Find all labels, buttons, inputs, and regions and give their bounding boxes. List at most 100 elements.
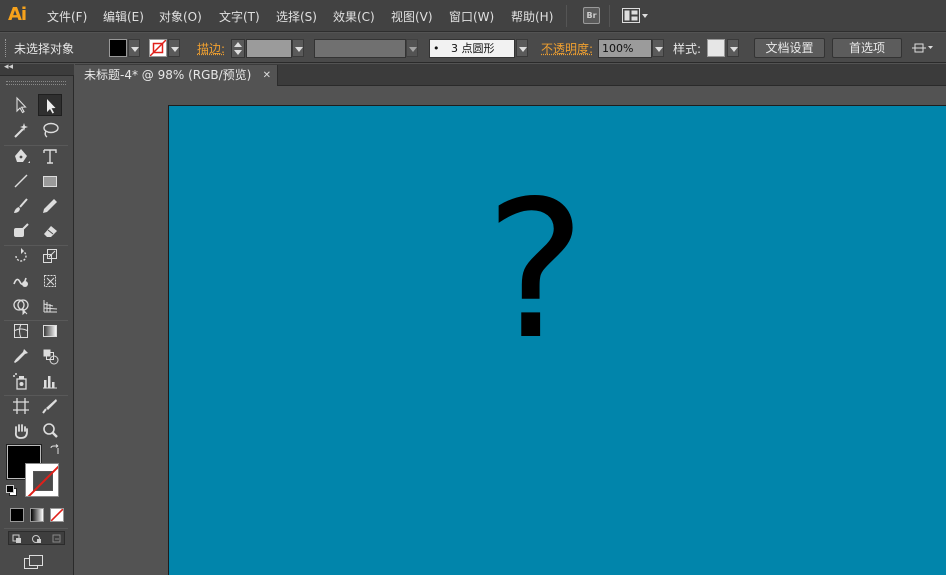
none-mode-button[interactable] — [50, 508, 64, 522]
pen-tool[interactable] — [9, 145, 33, 167]
stroke-weight-input[interactable] — [246, 39, 292, 58]
menu-help[interactable]: 帮助(H) — [511, 8, 553, 25]
rectangle-tool[interactable] — [38, 170, 62, 192]
lasso-icon — [43, 122, 59, 138]
stroke-weight-spinner[interactable] — [231, 39, 245, 58]
opacity-dropdown-arrow[interactable] — [652, 39, 664, 57]
fill-swatch[interactable] — [109, 39, 127, 57]
column-graph-tool[interactable] — [38, 370, 62, 392]
shape-builder-icon — [13, 299, 29, 315]
gradient-tool[interactable] — [38, 320, 62, 342]
question-mark-text-object[interactable]: ? — [485, 176, 586, 366]
collapse-icon[interactable]: ◂◂ — [4, 62, 13, 72]
menu-object[interactable]: 对象(O) — [159, 8, 202, 25]
menu-view[interactable]: 视图(V) — [391, 8, 433, 25]
stroke-weight-label[interactable]: 描边: — [197, 40, 225, 57]
workspace-switcher-button[interactable] — [622, 8, 650, 24]
opacity-label[interactable]: 不透明度: — [541, 40, 593, 57]
scale-icon — [43, 249, 57, 263]
scale-tool[interactable] — [38, 245, 62, 267]
paintbrush-tool[interactable] — [9, 195, 33, 217]
direct-selection-tool[interactable] — [38, 94, 62, 116]
stroke-weight-dropdown-arrow[interactable] — [292, 39, 304, 57]
stroke-swatch[interactable] — [149, 39, 167, 57]
close-tab-icon[interactable]: ✕ — [263, 65, 271, 86]
hand-tool[interactable] — [9, 420, 33, 442]
shape-builder-tool[interactable] — [9, 295, 33, 317]
arrow-solid-icon — [47, 99, 56, 114]
change-screen-mode-button[interactable] — [23, 554, 45, 570]
blend-tool[interactable] — [38, 345, 62, 367]
swap-arrows-icon — [50, 444, 59, 454]
symbol-sprayer-tool[interactable] — [9, 370, 33, 392]
variable-width-profile[interactable] — [314, 39, 406, 58]
swap-fill-stroke-button[interactable] — [49, 444, 61, 456]
slice-knife-icon — [42, 399, 57, 414]
artboard[interactable]: ? — [169, 106, 946, 575]
mesh-icon — [13, 323, 29, 339]
bridge-button[interactable]: Br — [583, 7, 600, 24]
eyedropper-icon — [14, 349, 28, 363]
stroke-color-swatch[interactable] — [25, 463, 59, 497]
menu-type[interactable]: 文字(T) — [219, 8, 260, 25]
graphic-style-dropdown-arrow[interactable] — [727, 39, 739, 57]
free-transform-tool[interactable] — [38, 270, 62, 292]
menu-divider — [566, 5, 567, 27]
arrow-outline-icon — [16, 96, 27, 114]
perspective-grid-tool[interactable] — [38, 295, 62, 317]
menu-effect[interactable]: 效果(C) — [333, 8, 375, 25]
artboard-icon — [13, 398, 29, 414]
artboard-tool[interactable] — [9, 395, 33, 417]
document-tab[interactable]: 未标题-4* @ 98% (RGB/预览) ✕ — [75, 65, 278, 86]
menu-file[interactable]: 文件(F) — [47, 8, 87, 25]
canvas-workspace[interactable]: ? — [75, 87, 946, 575]
lasso-tool[interactable] — [38, 119, 62, 141]
selection-tool[interactable] — [9, 94, 33, 116]
type-tool[interactable] — [38, 145, 62, 167]
gradient-icon — [43, 325, 57, 337]
document-tab-title: 未标题-4* @ 98% (RGB/预览) — [84, 68, 252, 82]
menu-bar: Ai 文件(F) 编辑(E) 对象(O) 文字(T) 选择(S) 效果(C) 视… — [0, 0, 946, 32]
tools-panel-header[interactable]: ◂◂ — [0, 62, 74, 76]
variable-width-dropdown-arrow[interactable] — [406, 39, 418, 57]
slice-tool[interactable] — [38, 395, 62, 417]
default-colors-icon — [6, 485, 17, 496]
menu-window[interactable]: 窗口(W) — [449, 8, 494, 25]
rectangle-icon — [43, 176, 57, 187]
none-slash-icon — [51, 509, 63, 521]
eraser-tool[interactable] — [38, 220, 62, 242]
brush-dropdown-arrow[interactable] — [516, 39, 528, 57]
opacity-input[interactable]: 100% — [598, 39, 652, 58]
panel-grip[interactable] — [5, 39, 7, 57]
stroke-dropdown-arrow[interactable] — [168, 39, 180, 57]
mesh-tool[interactable] — [9, 320, 33, 342]
preferences-button[interactable]: 首选项 — [832, 38, 902, 58]
document-setup-button[interactable]: 文档设置 — [754, 38, 825, 58]
gradient-mode-button[interactable] — [30, 508, 44, 522]
menu-divider — [609, 5, 610, 27]
default-fill-stroke-button[interactable] — [6, 485, 18, 497]
perspective-grid-icon — [43, 300, 58, 313]
color-mode-button[interactable] — [10, 508, 24, 522]
menu-edit[interactable]: 编辑(E) — [103, 8, 144, 25]
draw-mode-icons[interactable] — [9, 532, 66, 546]
blend-icon — [43, 349, 59, 365]
symbol-sprayer-icon — [13, 373, 27, 390]
warp-tool[interactable] — [9, 270, 33, 292]
arrange-documents-button[interactable] — [912, 40, 934, 56]
magic-wand-tool[interactable] — [9, 119, 33, 141]
rotate-tool[interactable] — [9, 245, 33, 267]
menu-select[interactable]: 选择(S) — [276, 8, 317, 25]
graphic-style-swatch[interactable] — [707, 39, 725, 57]
magic-wand-icon — [14, 123, 28, 138]
zoom-tool[interactable] — [38, 420, 62, 442]
style-label: 样式: — [673, 42, 702, 56]
tools-panel-grip[interactable] — [6, 81, 66, 85]
blob-brush-tool[interactable] — [9, 220, 33, 242]
pencil-tool[interactable] — [38, 195, 62, 217]
eyedropper-tool[interactable] — [9, 345, 33, 367]
fill-dropdown-arrow[interactable] — [128, 39, 140, 57]
brush-definition-field[interactable]: • 3 点圆形 — [429, 39, 515, 58]
line-segment-tool[interactable] — [9, 170, 33, 192]
control-bar: 未选择对象 描边: • 3 点圆形 不透明度: 100% 样式: 文档设置 首选… — [0, 33, 946, 63]
